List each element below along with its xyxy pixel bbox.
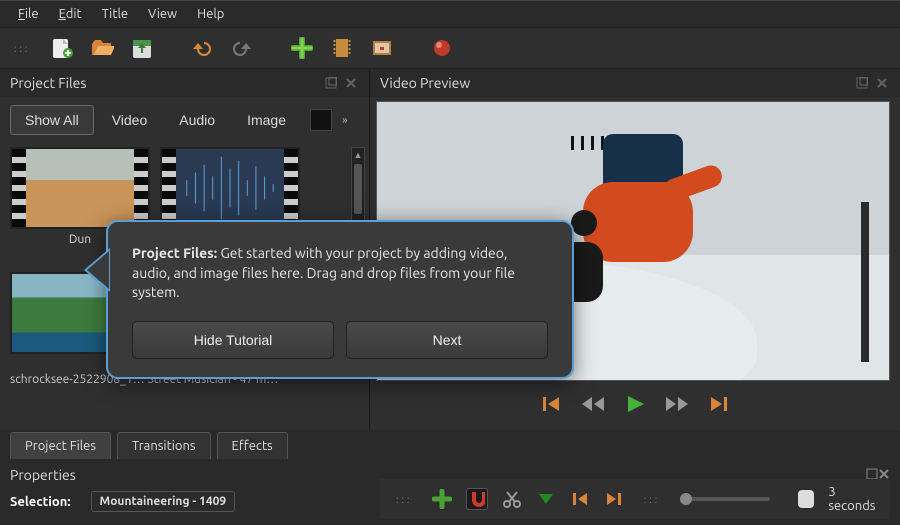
transport-controls	[370, 381, 900, 430]
selection-label: Selection:	[10, 495, 71, 509]
menu-title[interactable]: Title	[92, 5, 138, 23]
duration-icon	[798, 490, 814, 508]
snap-icon[interactable]	[466, 488, 488, 510]
filter-video[interactable]: Video	[98, 106, 162, 134]
menu-help[interactable]: Help	[187, 5, 234, 23]
menu-edit[interactable]: Edit	[49, 5, 92, 23]
filter-overflow-icon[interactable]: »	[342, 114, 348, 127]
add-track-icon[interactable]	[432, 488, 452, 510]
timeline-duration: 3 seconds	[828, 485, 880, 513]
timeline-grip-2[interactable]: :::	[638, 494, 666, 505]
next-tutorial-button[interactable]: Next	[346, 321, 548, 359]
lower-tab-bar: Project Files Transitions Effects	[0, 430, 900, 461]
filmstrip-icon[interactable]	[328, 34, 356, 62]
zoom-slider[interactable]	[680, 497, 770, 501]
detach-panel-icon[interactable]	[325, 76, 339, 90]
record-icon[interactable]	[428, 34, 456, 62]
close-preview-icon[interactable]	[876, 76, 890, 90]
next-marker-icon[interactable]	[604, 488, 624, 510]
project-files-title: Project Files	[10, 75, 86, 91]
menu-view[interactable]: View	[138, 5, 187, 23]
toolbar-grip[interactable]: :::	[8, 43, 36, 54]
tab-project-files[interactable]: Project Files	[10, 432, 111, 459]
play-icon[interactable]	[624, 393, 646, 418]
hide-tutorial-button[interactable]: Hide Tutorial	[132, 321, 334, 359]
video-preview-title: Video Preview	[380, 75, 470, 91]
filter-show-all[interactable]: Show All	[10, 105, 94, 135]
redo-icon[interactable]	[228, 34, 256, 62]
project-filter-bar: Show All Video Audio Image »	[0, 97, 369, 143]
tutorial-pointer-icon	[84, 248, 110, 292]
razor-icon[interactable]	[502, 488, 522, 510]
open-project-icon[interactable]	[88, 34, 116, 62]
jump-end-icon[interactable]	[708, 393, 730, 418]
filter-image[interactable]: Image	[233, 106, 300, 134]
new-project-icon[interactable]	[48, 34, 76, 62]
scroll-thumb[interactable]	[354, 164, 362, 214]
tutorial-text: Project Files: Get started with your pro…	[132, 244, 548, 303]
tab-effects[interactable]: Effects	[217, 432, 288, 459]
import-files-icon[interactable]	[288, 34, 316, 62]
detach-preview-icon[interactable]	[856, 76, 870, 90]
close-panel-icon[interactable]	[345, 76, 359, 90]
timeline-toolbar: ::: ::: 3 seconds	[380, 479, 890, 519]
project-files-header: Project Files	[0, 69, 369, 97]
menubar: File Edit Title View Help	[0, 0, 900, 28]
properties-title: Properties	[10, 467, 76, 483]
filter-audio[interactable]: Audio	[165, 106, 229, 134]
rewind-icon[interactable]	[580, 393, 606, 418]
marker-icon[interactable]	[536, 488, 556, 510]
tutorial-popup: Project Files: Get started with your pro…	[106, 220, 574, 379]
forward-icon[interactable]	[664, 393, 690, 418]
tab-transitions[interactable]: Transitions	[117, 432, 211, 459]
prev-marker-icon[interactable]	[570, 488, 590, 510]
titler-icon[interactable]	[368, 34, 396, 62]
jump-start-icon[interactable]	[540, 393, 562, 418]
timeline-grip[interactable]: :::	[390, 494, 418, 505]
selection-dropdown[interactable]: Mountaineering - 1409	[91, 491, 236, 512]
filter-extra-icon[interactable]	[310, 109, 332, 131]
undo-icon[interactable]	[188, 34, 216, 62]
save-project-icon[interactable]	[128, 34, 156, 62]
video-preview-header: Video Preview	[370, 69, 900, 97]
scroll-up-icon[interactable]: ▲	[352, 148, 364, 162]
menu-file[interactable]: File	[8, 5, 49, 23]
main-toolbar: :::	[0, 28, 900, 69]
